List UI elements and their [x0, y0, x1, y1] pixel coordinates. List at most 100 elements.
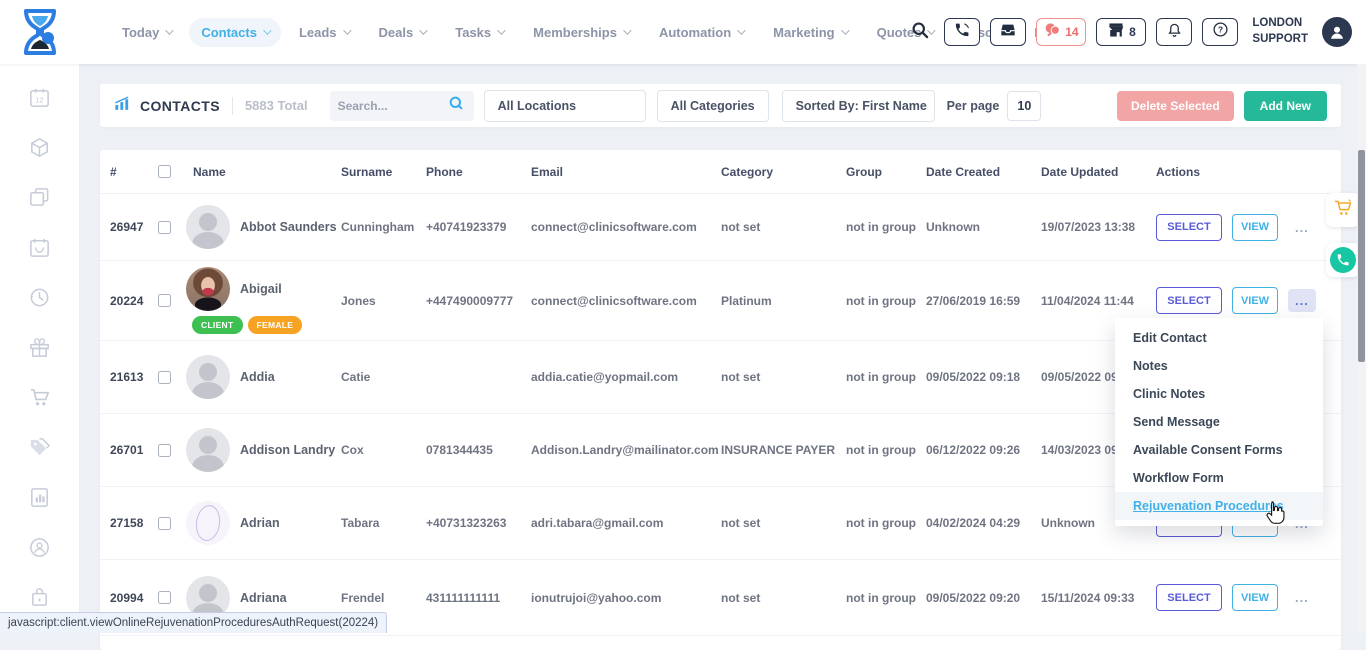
menu-item-send-message[interactable]: Send Message [1115, 408, 1323, 436]
contact-category: INSURANCE PAYER [721, 443, 846, 457]
question-icon: ? [1212, 21, 1229, 43]
bell-icon [1167, 22, 1182, 43]
contact-surname: Tabara [341, 516, 426, 530]
menu-item-workflow-form[interactable]: Workflow Form [1115, 464, 1323, 492]
nav-item-tasks[interactable]: Tasks [443, 18, 515, 47]
contact-name[interactable]: Adriana [240, 591, 287, 605]
scrollbar-thumb[interactable] [1358, 150, 1365, 362]
row-checkbox[interactable] [158, 591, 171, 604]
menu-item-rejuvenation-procedures[interactable]: Rejuvenation Procedures [1115, 492, 1323, 520]
status-badge: FEMALE [248, 316, 303, 334]
contact-phone: 431111111111 [426, 591, 531, 605]
cart-icon[interactable] [28, 386, 51, 409]
report-icon[interactable] [28, 486, 51, 509]
menu-item-available-consent-forms[interactable]: Available Consent Forms [1115, 436, 1323, 464]
row-checkbox[interactable] [158, 294, 171, 307]
notifications-button[interactable] [1156, 18, 1192, 46]
contact-name[interactable]: Abbot Saunders [240, 220, 337, 234]
nav-item-contacts[interactable]: Contacts [189, 18, 281, 47]
tag-icon[interactable] [28, 436, 51, 459]
select-button[interactable]: SELECT [1156, 214, 1222, 241]
view-button[interactable]: VIEW [1232, 584, 1278, 611]
more-actions-button[interactable]: ... [1288, 216, 1316, 239]
add-new-button[interactable]: Add New [1244, 91, 1327, 121]
search-icon[interactable] [910, 20, 930, 45]
contact-category: not set [721, 370, 846, 384]
select-button[interactable]: SELECT [1156, 287, 1222, 314]
nav-item-today[interactable]: Today [110, 18, 183, 47]
contact-name[interactable]: Adrian [240, 516, 280, 530]
name-cell: Addison Landry [186, 422, 341, 478]
filter-categories[interactable]: All Categories [657, 90, 769, 122]
menu-item-clinic-notes[interactable]: Clinic Notes [1115, 380, 1323, 408]
user-card-icon[interactable] [28, 536, 51, 559]
col-date-updated: Date Updated [1041, 165, 1156, 179]
contact-id: 20224 [110, 294, 158, 308]
more-actions-button[interactable]: ... [1288, 586, 1316, 609]
nav-item-marketing[interactable]: Marketing [761, 18, 858, 47]
row-checkbox[interactable] [158, 517, 171, 530]
contact-group: not in group [846, 294, 926, 308]
contact-name[interactable]: Addison Landry [240, 443, 335, 457]
contact-surname: Frendel [341, 591, 426, 605]
help-button[interactable]: ? [1202, 18, 1238, 46]
cart-widget-button[interactable] [1326, 193, 1360, 227]
row-checkbox[interactable] [158, 444, 171, 457]
vertical-scrollbar[interactable] [1357, 64, 1366, 633]
inbox-button[interactable] [990, 18, 1026, 46]
inbox-icon [999, 22, 1017, 43]
row-context-menu: Edit ContactNotesClinic NotesSend Messag… [1115, 318, 1323, 526]
phone-button[interactable] [944, 18, 980, 46]
contact-id: 20994 [110, 591, 158, 605]
phone-icon [954, 22, 970, 43]
per-page-label: Per page [947, 99, 1000, 113]
gift-icon[interactable] [28, 336, 51, 359]
date-created: 09/05/2022 09:20 [926, 591, 1041, 605]
contact-name[interactable]: Abigail [240, 282, 282, 296]
search-input[interactable] [338, 99, 448, 113]
menu-item-edit-contact[interactable]: Edit Contact [1115, 324, 1323, 352]
package-icon[interactable] [28, 136, 51, 159]
view-button[interactable]: VIEW [1232, 287, 1278, 314]
chat-button[interactable]: 14 [1036, 18, 1086, 46]
lock-icon[interactable] [28, 586, 51, 609]
select-all-checkbox[interactable] [158, 165, 171, 178]
row-checkbox[interactable] [158, 221, 171, 234]
contact-avatar[interactable] [186, 205, 230, 249]
filter-sorted-by[interactable]: Sorted By: First Name [782, 90, 935, 122]
date-created: Unknown [926, 220, 1041, 234]
nav-item-automation[interactable]: Automation [647, 18, 755, 47]
copy-icon[interactable] [28, 186, 51, 209]
status-link-text: javascript:client.viewOnlineRejuvenation… [8, 617, 378, 629]
left-sidebar: 12 [0, 64, 80, 633]
shop-button[interactable]: 8 [1096, 18, 1146, 46]
date-updated: 11/04/2024 11:44 [1041, 294, 1156, 308]
user-avatar[interactable] [1322, 17, 1352, 47]
per-page-input[interactable]: 10 [1007, 91, 1041, 121]
menu-item-notes[interactable]: Notes [1115, 352, 1323, 380]
view-button[interactable]: VIEW [1232, 214, 1278, 241]
chevron-down-icon [343, 26, 351, 34]
contact-name[interactable]: Addia [240, 370, 275, 384]
nav-item-deals[interactable]: Deals [367, 18, 438, 47]
contact-id: 21613 [110, 370, 158, 384]
nav-label: Marketing [773, 25, 834, 40]
filter-locations[interactable]: All Locations [484, 90, 646, 122]
nav-item-memberships[interactable]: Memberships [521, 18, 641, 47]
calendar-check-icon[interactable] [28, 236, 51, 259]
calendar-icon[interactable]: 12 [28, 86, 51, 109]
row-checkbox[interactable] [158, 371, 171, 384]
contact-avatar[interactable] [186, 428, 230, 472]
history-icon[interactable] [28, 286, 51, 309]
search-submit-icon[interactable] [448, 95, 464, 116]
contact-avatar[interactable] [186, 267, 230, 311]
select-button[interactable]: SELECT [1156, 584, 1222, 611]
delete-selected-button[interactable]: Delete Selected [1117, 91, 1234, 121]
nav-item-leads[interactable]: Leads [287, 18, 361, 47]
app-logo-icon[interactable] [18, 8, 62, 56]
more-actions-button[interactable]: ... [1288, 289, 1316, 312]
contact-avatar[interactable] [186, 501, 230, 545]
contact-avatar[interactable] [186, 355, 230, 399]
status-link-tooltip: javascript:client.viewOnlineRejuvenation… [0, 612, 387, 633]
whatsapp-widget-button[interactable] [1326, 243, 1360, 277]
